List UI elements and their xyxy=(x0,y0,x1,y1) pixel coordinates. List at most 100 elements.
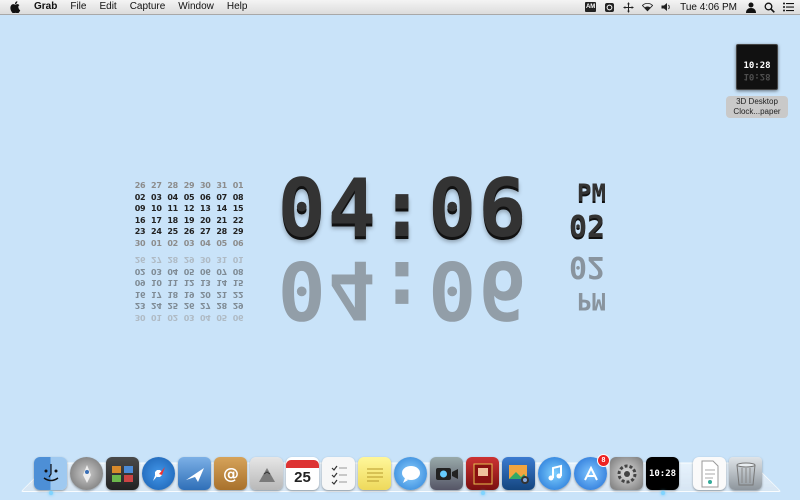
reminders-icon[interactable] xyxy=(322,457,355,490)
calendar-day: 17 xyxy=(151,215,162,225)
calendar-day: 20 xyxy=(200,215,211,225)
running-indicator xyxy=(48,491,53,495)
menu-capture[interactable]: Capture xyxy=(130,0,166,14)
calendar-app-day: 25 xyxy=(294,468,311,486)
safari-icon[interactable] xyxy=(142,457,175,490)
calendar-week-row: 02 03 04 05 06 07 08 xyxy=(133,193,245,205)
calendar-day: 27 xyxy=(200,301,211,311)
mail-icon[interactable] xyxy=(178,457,211,490)
volume-icon[interactable] xyxy=(661,2,672,13)
calendar-day: 06 xyxy=(232,313,244,322)
calendar-day: 23 xyxy=(134,227,146,236)
calendar-day: 28 xyxy=(167,181,178,190)
calendar-day: 30 xyxy=(200,181,211,190)
calendar-widget: 26 27 28 29 30 31 01 02 03 04 05 06 07 08 09 10 11 12 13 14… xyxy=(133,181,245,250)
calendar-app-header xyxy=(286,459,319,468)
wifi-icon[interactable] xyxy=(642,2,654,13)
calendar-day: 23 xyxy=(134,301,146,311)
calendar-day: 06 xyxy=(232,238,244,248)
calendar-day: 14 xyxy=(216,278,227,288)
calendar-day: 28 xyxy=(216,227,227,236)
calendar-day: 18 xyxy=(167,290,178,299)
document-icon[interactable] xyxy=(693,457,726,490)
launchpad-icon[interactable] xyxy=(70,457,103,490)
running-indicator xyxy=(660,491,665,495)
calendar-day: 08 xyxy=(232,192,244,202)
clock-app-time: 10:28 xyxy=(648,468,677,479)
messages-icon[interactable] xyxy=(394,457,427,490)
iphoto-icon[interactable] xyxy=(502,457,535,490)
itunes-icon[interactable] xyxy=(538,457,571,490)
calendar-week-row: 09 10 11 12 13 14 15 xyxy=(133,204,245,216)
calendar-day: 28 xyxy=(216,301,227,311)
calendar-day: 01 xyxy=(232,181,244,190)
menu-file[interactable]: File xyxy=(70,0,86,14)
calendar-day: 18 xyxy=(167,215,178,225)
apple-menu-icon[interactable] xyxy=(10,1,22,13)
calendar-week-row: 23 24 25 26 27 28 29 xyxy=(133,299,245,311)
calendar-day: 03 xyxy=(183,313,195,322)
calendar-day: 09 xyxy=(134,204,146,213)
calendar-day: 14 xyxy=(216,204,227,213)
app-store-icon[interactable]: 8 xyxy=(574,454,610,490)
3d-clock-app-icon[interactable]: 10:28 xyxy=(646,457,679,495)
user-icon[interactable] xyxy=(745,2,756,13)
calendar-week-row: 02 03 04 05 06 07 08 xyxy=(133,265,245,276)
system-preferences-icon[interactable] xyxy=(610,457,643,490)
svg-text:@: @ xyxy=(223,464,239,483)
calendar-day: 05 xyxy=(183,192,195,202)
trash-icon[interactable] xyxy=(729,457,762,490)
calendar-day: 27 xyxy=(151,255,162,265)
mission-control-icon[interactable] xyxy=(106,457,139,490)
calendar-day: 02 xyxy=(167,313,178,322)
calendar-day: 11 xyxy=(167,278,178,288)
menu-window[interactable]: Window xyxy=(178,0,214,14)
calendar-day: 05 xyxy=(183,267,195,276)
calendar-day: 22 xyxy=(232,215,244,225)
calendar-week-row: 23 24 25 26 27 28 29 xyxy=(133,227,245,239)
notes-icon[interactable] xyxy=(358,457,391,490)
calendar-day: 20 xyxy=(200,290,211,299)
clock-day: 02 xyxy=(569,210,606,245)
calendar-day: 10 xyxy=(151,204,162,213)
calendar-day: 16 xyxy=(134,215,146,225)
calendar-day: 25 xyxy=(167,301,178,311)
calendar-day: 05 xyxy=(216,238,227,248)
menubar-clock[interactable]: Tue 4:06 PM xyxy=(680,2,737,13)
calendar-day: 21 xyxy=(216,215,227,225)
move-arrows-icon[interactable] xyxy=(623,2,634,13)
menu-app-name[interactable]: Grab xyxy=(34,0,57,14)
calendar-day: 15 xyxy=(232,204,244,213)
calendar-day: 30 xyxy=(200,255,211,265)
clock-time-reflection: 04:06 xyxy=(277,243,529,336)
calendar-day: 06 xyxy=(200,192,211,202)
menu-edit[interactable]: Edit xyxy=(99,0,116,14)
calendar-day: 31 xyxy=(216,181,227,190)
desktop-file-3d-clock[interactable]: 10:28 10:28 3D Desktop Clock...paper xyxy=(725,44,789,118)
calendar-week-row: 30 01 02 03 04 05 06 xyxy=(133,239,245,251)
calendar-day: 04 xyxy=(167,267,178,276)
calendar-week-row: 16 17 18 19 20 21 22 xyxy=(133,288,245,299)
calendar-day: 01 xyxy=(151,238,162,248)
calendar-day: 16 xyxy=(134,290,146,299)
contacts-icon[interactable]: @ xyxy=(214,457,247,490)
calendar-app-icon[interactable]: 25 xyxy=(286,457,319,490)
facetime-icon[interactable] xyxy=(430,457,463,490)
am-badge-icon[interactable]: AM xyxy=(585,2,597,13)
spotlight-search-icon[interactable] xyxy=(764,2,775,13)
calendar-day: 03 xyxy=(151,192,162,202)
notification-center-icon[interactable] xyxy=(783,2,794,13)
calendar-day: 29 xyxy=(232,301,244,311)
app-status-icon[interactable] xyxy=(604,2,615,13)
calendar-day: 02 xyxy=(167,238,178,248)
calendar-week-row: 26 27 28 29 30 31 01 xyxy=(133,181,245,193)
finder-icon[interactable] xyxy=(34,457,67,495)
image-capture-icon[interactable] xyxy=(250,457,283,490)
menu-help[interactable]: Help xyxy=(227,0,248,14)
file-thumbnail: 10:28 10:28 xyxy=(736,44,778,90)
calendar-day: 30 xyxy=(134,313,146,322)
photo-booth-icon[interactable] xyxy=(466,457,499,495)
calendar-day: 08 xyxy=(232,267,244,276)
calendar-week-row: 26 27 28 29 30 31 01 xyxy=(133,253,245,265)
file-label: 3D Desktop Clock...paper xyxy=(726,96,788,118)
